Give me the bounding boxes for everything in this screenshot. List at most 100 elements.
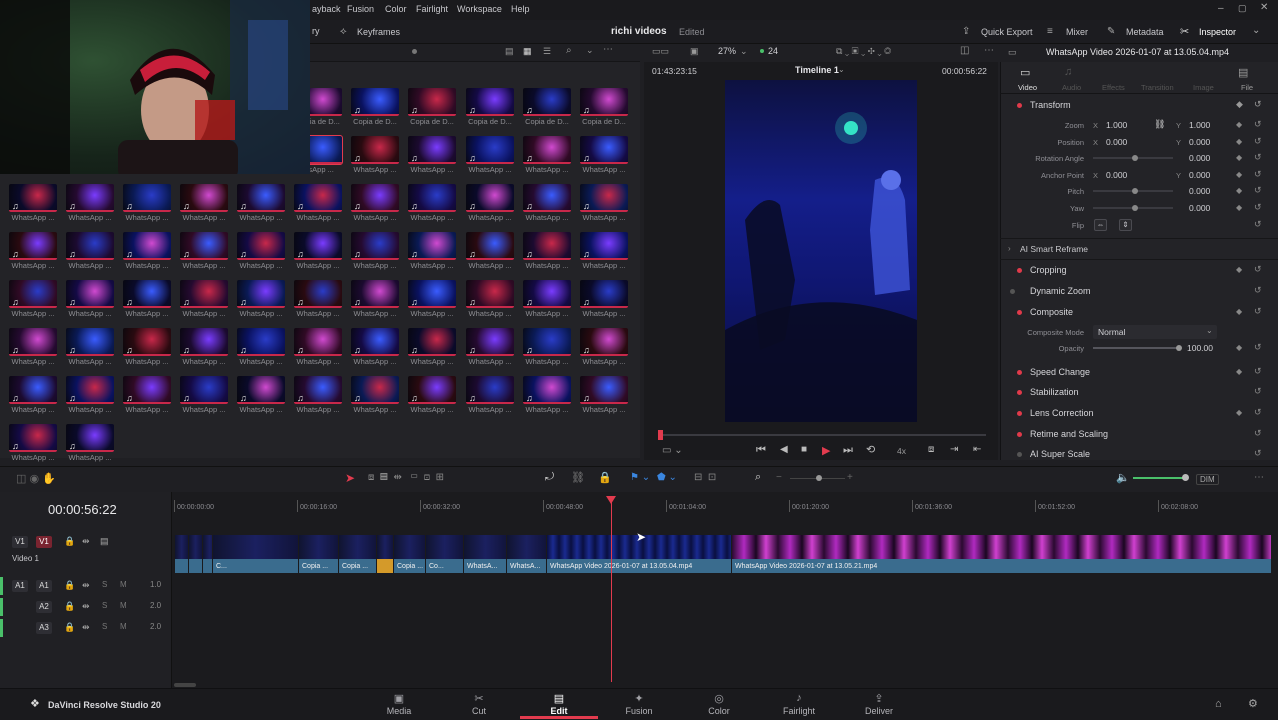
mute-button[interactable]: M [120,601,127,610]
zoom-x-field[interactable]: 1.000 [1106,120,1127,130]
timeline-clip[interactable]: Co... [425,535,463,573]
reset-icon[interactable]: ↺ [1254,219,1262,230]
keyframe-diamond-icon[interactable]: ◆ [1236,186,1242,195]
media-pool-clip[interactable]: ♫ [351,280,399,308]
anchor-y-field[interactable]: 0.000 [1189,170,1210,180]
media-pool-clip[interactable]: ♫ [408,88,456,116]
snapping-icon[interactable]: ⤾ [545,471,554,484]
menu-workspace[interactable]: Workspace [457,4,502,14]
audio-lock-icon[interactable]: 🔒 [64,601,75,612]
media-pool-clip[interactable]: ♫ [9,280,57,308]
reset-icon[interactable]: ↺ [1254,152,1262,163]
volume-slider[interactable] [1133,477,1185,479]
section-transform[interactable]: Transform [1030,100,1071,110]
window-maximize-icon[interactable]: ▢ [1238,3,1247,14]
audio-auto-select-icon[interactable]: ⇹ [82,622,90,633]
reset-icon[interactable]: ↺ [1254,386,1262,397]
keyframes-button[interactable]: Keyframes [357,27,400,37]
media-pool-clip[interactable]: ♫ [66,424,114,452]
mixer-button[interactable]: Mixer [1066,27,1088,37]
match-frame-icon[interactable]: ⧈ [928,444,934,455]
timeline-scrollbar[interactable] [174,683,196,687]
tab-transition[interactable]: Transition [1141,83,1174,92]
zoom-dropdown-icon[interactable]: ⌄ [740,46,748,57]
media-pool-clip[interactable]: ♫ [466,88,514,116]
section-composite[interactable]: Composite [1030,307,1073,317]
media-pool-clip[interactable]: ♫ [523,376,571,404]
media-pool-clip[interactable]: ♫ [237,232,285,260]
playback-speed[interactable]: 4x [897,446,906,456]
media-pool-clip[interactable]: ♫ [351,136,399,164]
media-pool-clip[interactable]: ♫ [180,376,228,404]
solo-button[interactable]: S [102,580,107,589]
timeline-clip[interactable]: WhatsApp Video 2026-01-07 at 13.05.21.mp… [731,535,1271,573]
solo-button[interactable]: S [102,601,107,610]
yaw-field[interactable]: 0.000 [1189,203,1210,213]
section-ai-super-scale[interactable]: AI Super Scale [1030,449,1090,459]
section-speed-change[interactable]: Speed Change [1030,367,1090,377]
home-icon[interactable]: ⌂ [1215,698,1222,710]
go-to-end-icon[interactable]: ⏭ [843,444,853,457]
keyframe-diamond-icon[interactable]: ◆ [1236,120,1242,129]
rotation-field[interactable]: 0.000 [1189,153,1210,163]
media-pool-clip[interactable]: ♫ [408,328,456,356]
audio-lock-icon[interactable]: 🔒 [64,622,75,633]
mute-button[interactable]: M [120,580,127,589]
media-pool-clip[interactable]: ♫ [294,280,342,308]
reset-icon[interactable]: ↺ [1254,169,1262,180]
safe-area-icon[interactable]: ▭ ⌄ [662,445,683,456]
tab-audio[interactable]: Audio [1062,83,1081,92]
zoom-magnifier-icon[interactable]: ⌕ [755,471,761,484]
grid-view-icon[interactable]: ▦ [523,46,532,57]
a1-destination[interactable]: A1 [12,580,28,592]
loop-icon[interactable]: ⟲ [866,443,875,456]
window-close-icon[interactable]: ✕ [1260,2,1268,13]
fusion-page-icon[interactable]: ✦ [609,692,669,705]
zoom-out-icon[interactable]: − [776,472,782,483]
audio-auto-select-icon[interactable]: ⇹ [82,580,90,591]
dynamic-zoom-enabled-dot[interactable] [1010,289,1015,294]
ai-super-scale-enabled-dot[interactable] [1017,452,1022,457]
mixer-icon[interactable]: ≡ [1047,26,1053,37]
timeline-dropdown-icon[interactable]: ⌄ [838,65,845,74]
inspector-icon[interactable]: ✂ [1180,25,1189,38]
media-pool-clip[interactable]: ♫ [9,424,57,452]
rotation-slider-handle[interactable] [1132,155,1138,161]
media-pool-clip[interactable]: ♫ [123,280,171,308]
menu-playback[interactable]: ayback [312,4,341,14]
tab-image[interactable]: Image [1193,83,1214,92]
media-pool-clip[interactable]: ♫ [237,280,285,308]
timeline-zoom-handle[interactable] [816,475,822,481]
media-pool-clip[interactable]: ♫ [294,328,342,356]
menu-help[interactable]: Help [511,4,530,14]
inspector-button[interactable]: Inspector [1199,27,1236,37]
media-pool-clip[interactable]: ♫ [294,184,342,212]
media-pool-clip[interactable]: ♫ [466,376,514,404]
media-pool-clip[interactable]: ♫ [580,184,628,212]
keyframe-diamond-icon[interactable]: ◆ [1236,265,1242,274]
dual-viewer-icon[interactable]: ◫ [960,45,969,56]
timeline-name[interactable]: Timeline 1 [795,65,839,75]
media-pool-clip[interactable]: ♫ [237,328,285,356]
media-pool-clip[interactable]: ♫ [294,376,342,404]
linked-selection-icon[interactable]: ⛓ [571,471,585,484]
composite-enabled-dot[interactable] [1017,310,1022,315]
video-tab-icon[interactable]: ▭ [1020,66,1030,79]
reset-icon[interactable]: ↺ [1254,185,1262,196]
anchor-x-field[interactable]: 0.000 [1106,170,1127,180]
audio-track-id[interactable]: A3 [36,622,52,634]
play-reverse-icon[interactable]: ◀ [780,444,788,455]
media-pool-clip[interactable]: ♫ [351,328,399,356]
menu-color[interactable]: Color [385,4,407,14]
media-pool-tab-fragment[interactable]: ry [312,26,320,36]
media-pool-clip[interactable]: ♫ [66,328,114,356]
reset-icon[interactable]: ↺ [1254,306,1262,317]
search-options-icon[interactable]: ⌄ [586,45,594,56]
reset-icon[interactable]: ↺ [1254,202,1262,213]
media-pool-clip[interactable]: ♫ [408,280,456,308]
link-icon[interactable]: ⛓ [1154,119,1165,130]
reset-icon[interactable]: ↺ [1254,136,1262,147]
section-ai-smart-reframe[interactable]: AI Smart Reframe [1020,244,1088,254]
timeline-clip[interactable]: WhatsA... [506,535,546,573]
page-color[interactable]: Color [689,706,749,716]
